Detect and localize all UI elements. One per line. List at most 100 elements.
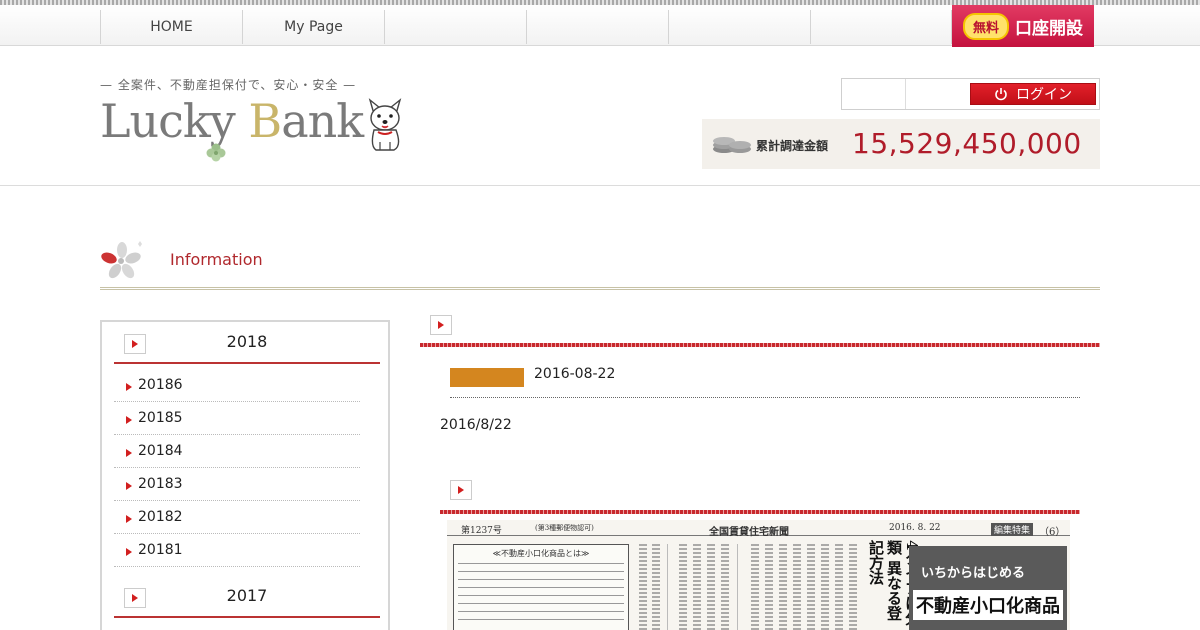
text-column bbox=[652, 544, 660, 630]
text-line bbox=[458, 619, 624, 620]
column-rule bbox=[737, 544, 738, 630]
nav-item-4[interactable] bbox=[526, 10, 668, 44]
year-label: 2018 bbox=[226, 332, 268, 351]
text-line bbox=[458, 579, 624, 580]
month-item[interactable]: 20185 bbox=[114, 402, 360, 435]
month-list: 20186 20185 20184 20183 20182 20181 bbox=[114, 369, 360, 567]
login-box: ログイン bbox=[841, 78, 1100, 110]
text-column bbox=[721, 544, 729, 630]
newspaper-clipping[interactable]: 第1237号 (第3種郵便物認可) 全国賃貸住宅新聞 2016. 8. 22 編… bbox=[447, 520, 1070, 630]
banner-subtitle: いちからはじめる bbox=[921, 566, 1026, 581]
month-item[interactable]: 20186 bbox=[114, 369, 360, 402]
arrow-right-icon bbox=[126, 548, 132, 556]
newspaper-banner: いちからはじめる 不動産小口化商品 bbox=[909, 546, 1067, 630]
site-logo[interactable]: Lucky Bank bbox=[100, 94, 364, 148]
year-heading-2017[interactable]: 2017 bbox=[114, 576, 380, 618]
arrow-right-icon bbox=[126, 449, 132, 457]
archive-sidebar: 2018 20186 20185 20184 20183 20182 20181… bbox=[100, 320, 390, 630]
month-label: 20181 bbox=[138, 542, 183, 558]
month-item[interactable]: 20182 bbox=[114, 501, 360, 534]
funding-total-box: 累計調達金額 15,529,450,000 bbox=[702, 119, 1100, 169]
free-badge: 無料 bbox=[962, 12, 1009, 40]
text-line bbox=[458, 571, 624, 572]
category-tag bbox=[450, 368, 524, 387]
text-column bbox=[751, 544, 759, 630]
post-header-row: 2016-08-22 bbox=[450, 360, 1080, 398]
text-column bbox=[639, 544, 647, 630]
newspaper-masthead: 第1237号 (第3種郵便物認可) 全国賃貸住宅新聞 2016. 8. 22 編… bbox=[447, 520, 1070, 538]
text-column bbox=[707, 544, 715, 630]
nav-mypage[interactable]: My Page bbox=[242, 10, 384, 44]
nav-item-5[interactable] bbox=[668, 10, 810, 44]
text-column bbox=[849, 544, 857, 630]
month-item[interactable]: 20183 bbox=[114, 468, 360, 501]
newspaper-boxed-article: ≪不動産小口化商品とは≫ bbox=[453, 544, 629, 630]
image-arrow[interactable] bbox=[450, 480, 472, 500]
newspaper-note: (第3種郵便物認可) bbox=[535, 524, 594, 532]
text-line bbox=[458, 587, 624, 588]
logo-text-1: Lucky bbox=[100, 94, 249, 148]
open-account-label: 口座開設 bbox=[1015, 18, 1083, 39]
month-label: 20186 bbox=[138, 377, 183, 393]
text-line bbox=[458, 563, 624, 564]
dog-mascot-icon bbox=[368, 98, 402, 151]
banner-title: 不動産小口化商品 bbox=[913, 590, 1063, 620]
funding-total-value: 15,529,450,000 bbox=[852, 127, 1082, 160]
newspaper-issue: 第1237号 bbox=[461, 526, 502, 536]
red-divider bbox=[440, 510, 1080, 514]
newspaper-date: 2016. 8. 22 bbox=[889, 523, 941, 533]
site-header: — 全案件、不動産担保付で、安心・安全 — Lucky Bank ログイン 累計… bbox=[0, 46, 1200, 186]
year-heading-2018[interactable]: 2018 bbox=[114, 322, 380, 364]
nav-item-3[interactable] bbox=[384, 10, 526, 44]
nav-home[interactable]: HOME bbox=[100, 10, 242, 44]
red-divider bbox=[420, 343, 1100, 347]
login-id-field[interactable] bbox=[842, 79, 906, 109]
tagline: — 全案件、不動産担保付で、安心・安全 — bbox=[100, 78, 357, 92]
nav-items: HOME My Page bbox=[100, 10, 952, 44]
year-label: 2017 bbox=[226, 586, 268, 605]
post-section-header bbox=[420, 315, 1100, 347]
arrow-right-icon bbox=[126, 416, 132, 424]
newspaper-name: 全国賃貸住宅新聞 bbox=[709, 527, 789, 538]
nav-item-6[interactable] bbox=[810, 10, 952, 44]
text-column bbox=[821, 544, 829, 630]
logo-text-2: ank bbox=[281, 94, 364, 148]
text-column bbox=[679, 544, 687, 630]
newspaper-section: 編集特集 bbox=[991, 523, 1034, 536]
arrow-right-icon bbox=[458, 486, 464, 494]
login-label: ログイン bbox=[1016, 87, 1072, 103]
login-password-field[interactable] bbox=[906, 79, 970, 109]
text-line bbox=[458, 595, 624, 596]
month-label: 20184 bbox=[138, 443, 183, 459]
coins-icon bbox=[713, 137, 751, 153]
text-column bbox=[693, 544, 701, 630]
post-date: 2016-08-22 bbox=[534, 366, 616, 382]
funding-total-label: 累計調達金額 bbox=[756, 139, 829, 153]
text-line bbox=[458, 603, 624, 604]
text-column bbox=[765, 544, 773, 630]
month-item[interactable]: 20181 bbox=[114, 534, 360, 567]
text-line bbox=[458, 611, 624, 612]
arrow-right-icon bbox=[438, 321, 444, 329]
login-button[interactable]: ログイン bbox=[970, 83, 1096, 105]
text-column bbox=[835, 544, 843, 630]
arrow-right-icon bbox=[126, 515, 132, 523]
month-item[interactable]: 20184 bbox=[114, 435, 360, 468]
newspaper-box-title: ≪不動産小口化商品とは≫ bbox=[492, 549, 590, 558]
power-icon bbox=[995, 88, 1007, 101]
post-arrow[interactable] bbox=[430, 315, 452, 335]
text-column bbox=[793, 544, 801, 630]
post-body: 2016/8/22 bbox=[440, 417, 512, 433]
text-column bbox=[779, 544, 787, 630]
month-label: 20185 bbox=[138, 410, 183, 426]
month-label: 20182 bbox=[138, 509, 183, 525]
arrow-right-icon bbox=[126, 383, 132, 391]
open-account-button[interactable]: 無料 口座開設 bbox=[952, 5, 1094, 47]
info-heading: Information bbox=[100, 240, 1100, 290]
arrow-right-icon bbox=[126, 482, 132, 490]
column-rule bbox=[667, 544, 668, 630]
logo-text-b: B bbox=[248, 94, 282, 148]
text-column bbox=[807, 544, 815, 630]
clover-icon bbox=[206, 143, 226, 162]
month-label: 20183 bbox=[138, 476, 183, 492]
